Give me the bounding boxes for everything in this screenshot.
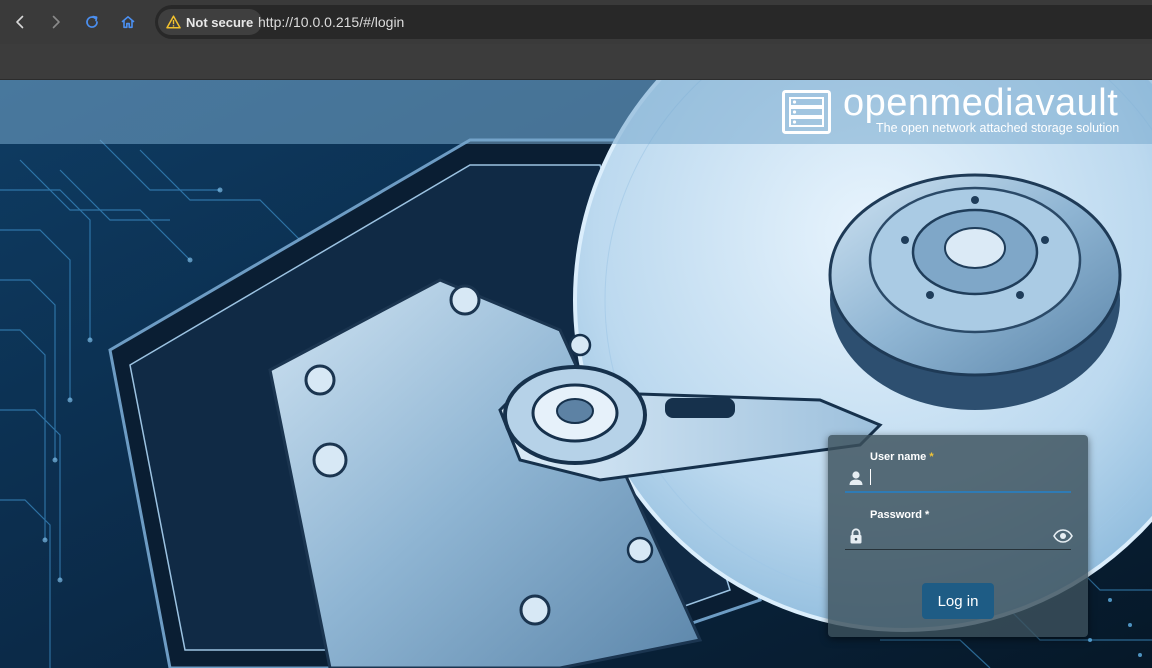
- url-text[interactable]: http://10.0.0.215/#/login: [258, 5, 404, 39]
- text-caret: [870, 469, 871, 485]
- username-field[interactable]: User name *: [845, 449, 1071, 499]
- home-icon: [121, 16, 135, 29]
- browser-toolbar: Not secure http://10.0.0.215/#/login: [0, 0, 1152, 44]
- password-underline: [845, 549, 1071, 550]
- lock-icon: [850, 528, 862, 544]
- user-icon: [849, 471, 863, 485]
- eye-icon: [1053, 529, 1073, 543]
- chevron-right-icon: [52, 15, 60, 29]
- username-underline: [845, 491, 1071, 493]
- brand-tagline: The open network attached storage soluti…: [876, 121, 1120, 135]
- login-button[interactable]: Log in: [922, 583, 994, 619]
- security-label: Not secure: [186, 14, 254, 30]
- password-label: Password *: [870, 509, 930, 521]
- address-bar[interactable]: Not secure http://10.0.0.215/#/login: [155, 5, 1152, 39]
- security-indicator[interactable]: Not secure: [158, 9, 263, 35]
- reload-icon: [86, 15, 98, 28]
- username-required-mark: *: [929, 451, 934, 463]
- login-form: User name * Password * Log in: [828, 435, 1088, 637]
- password-required-mark: *: [925, 509, 930, 521]
- username-label: User name *: [870, 451, 934, 463]
- server-rack-icon: [782, 90, 831, 134]
- browser-chrome: Not secure http://10.0.0.215/#/login: [0, 0, 1152, 80]
- reload-button[interactable]: [78, 8, 106, 36]
- forward-button[interactable]: [42, 8, 70, 36]
- warning-triangle-icon: [166, 15, 181, 29]
- login-page: openmediavault The open network attached…: [0, 80, 1152, 668]
- chevron-left-icon: [16, 15, 24, 29]
- bookmarks-bar: [0, 44, 1152, 80]
- home-button[interactable]: [114, 8, 142, 36]
- password-field[interactable]: Password *: [845, 507, 1074, 557]
- username-input[interactable]: [870, 467, 1040, 489]
- brand-name: openmediavault: [843, 82, 1119, 124]
- back-button[interactable]: [6, 8, 34, 36]
- password-input[interactable]: [870, 525, 1040, 547]
- show-password-button[interactable]: [1052, 527, 1074, 545]
